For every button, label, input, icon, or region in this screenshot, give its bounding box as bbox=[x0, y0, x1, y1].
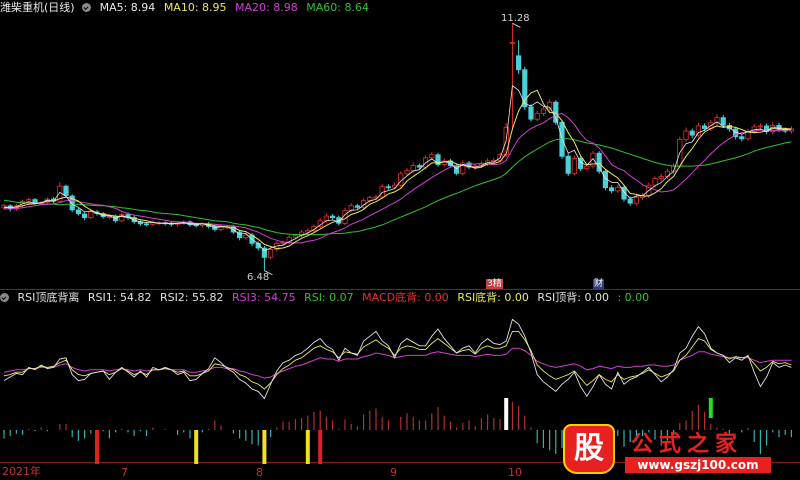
candle-down bbox=[82, 213, 88, 219]
rsi2-label: RSI2: 55.82 bbox=[159, 291, 224, 304]
watermark-logo: 股 公式之家 www.gszj100.com bbox=[555, 424, 785, 478]
candle-up bbox=[757, 125, 764, 128]
rsi-label: RSI: 0.07 bbox=[304, 291, 354, 304]
candle-up bbox=[584, 165, 590, 170]
candle-down bbox=[609, 187, 615, 192]
x-label-year: 2021年 bbox=[2, 465, 41, 478]
extra-label: : 0.00 bbox=[617, 291, 650, 304]
logo-title: 公式之家 bbox=[631, 432, 744, 457]
signal-bar-green bbox=[708, 398, 713, 418]
x-label-jul: 7 bbox=[121, 466, 128, 479]
logo-glyph: 股 bbox=[563, 424, 615, 474]
rsi2-line bbox=[3, 330, 792, 390]
rsi-bottom-label: RSI底背: 0.00 bbox=[457, 291, 529, 304]
candle-up bbox=[26, 199, 32, 202]
ma20-line bbox=[4, 112, 792, 244]
signal-bar-red bbox=[318, 430, 323, 464]
price-header: 潍柴重机(日线) MA5: 8.94 MA10: 8.95 MA20: 8.98… bbox=[0, 0, 374, 16]
candle-up bbox=[429, 154, 435, 159]
ma60-label: MA60: 8.64 bbox=[306, 1, 369, 14]
candle-up bbox=[615, 186, 621, 192]
candle-up bbox=[633, 197, 640, 204]
signal-bar-red bbox=[95, 430, 99, 464]
candle-up bbox=[267, 249, 274, 258]
candle-down bbox=[565, 155, 571, 174]
x-label-aug: 8 bbox=[256, 466, 263, 479]
candle-up bbox=[88, 211, 94, 219]
logo-url: www.gszj100.com bbox=[625, 457, 771, 473]
rsi1-label: RSI1: 54.82 bbox=[87, 291, 152, 304]
candle-down bbox=[689, 130, 695, 136]
signal-bar-yellow bbox=[262, 430, 267, 464]
candle-down bbox=[329, 215, 336, 219]
candle-up bbox=[534, 113, 540, 120]
candle-down bbox=[627, 198, 633, 204]
rsi-top-label: RSI顶背: 0.00 bbox=[537, 291, 609, 304]
signal-bar-white bbox=[504, 398, 509, 430]
candle-down bbox=[528, 106, 534, 120]
event-badge-finance[interactable]: 财 bbox=[593, 279, 605, 289]
candle-down bbox=[193, 224, 199, 227]
candle-down bbox=[553, 101, 559, 123]
event-badge-quarterly[interactable]: 3精 bbox=[486, 279, 503, 289]
candle-up bbox=[540, 108, 547, 114]
signal-bar-yellow bbox=[305, 430, 310, 464]
indicator-settings-icon[interactable] bbox=[0, 293, 9, 302]
candle-up bbox=[404, 170, 410, 175]
candle-down bbox=[702, 125, 708, 129]
candle-up bbox=[695, 125, 702, 136]
candle-down bbox=[143, 223, 150, 226]
signal-bar-yellow bbox=[194, 430, 199, 464]
settings-icon[interactable] bbox=[82, 3, 92, 12]
candle-down bbox=[596, 152, 602, 172]
candle-down bbox=[75, 209, 81, 214]
ma10-label: MA10: 8.95 bbox=[163, 1, 227, 14]
candle-up bbox=[243, 234, 249, 239]
indicator-name: RSI顶底背离 bbox=[17, 291, 80, 304]
candle-down bbox=[516, 55, 522, 71]
candle-up bbox=[683, 130, 689, 140]
x-label-sep: 9 bbox=[390, 466, 397, 479]
candle-down bbox=[63, 185, 69, 196]
macd-bottom-label: MACD底背: 0.00 bbox=[362, 291, 449, 304]
candle-up bbox=[658, 176, 664, 179]
candle-down bbox=[416, 165, 423, 168]
rsi1-line bbox=[3, 318, 792, 400]
price-chart[interactable] bbox=[0, 0, 800, 480]
ma5-label: MA5: 8.94 bbox=[99, 1, 156, 14]
candle-down bbox=[720, 117, 726, 126]
low-price-label: 6.48 bbox=[247, 272, 270, 283]
candle-up bbox=[410, 165, 416, 172]
candle-up bbox=[292, 235, 299, 238]
stock-name: 潍柴重机(日线) bbox=[0, 1, 75, 14]
candle-up bbox=[571, 157, 578, 174]
ma20-label: MA20: 8.98 bbox=[235, 1, 298, 14]
candle-up bbox=[509, 42, 516, 44]
candle-up bbox=[652, 178, 658, 186]
high-price-label: 11.28 bbox=[501, 13, 530, 24]
rsi3-label: RSI3: 54.75 bbox=[232, 291, 296, 304]
indicator-header: RSI顶底背离 RSI1: 54.82 RSI2: 55.82 RSI3: 54… bbox=[0, 290, 654, 306]
candle-down bbox=[453, 165, 460, 174]
candle-up bbox=[323, 215, 330, 222]
candle-down bbox=[522, 69, 528, 108]
candle-down bbox=[32, 199, 38, 204]
candle-down bbox=[739, 136, 745, 140]
rsi3-line bbox=[3, 347, 792, 379]
candle-down bbox=[354, 205, 361, 208]
x-label-oct: 10 bbox=[508, 466, 522, 479]
candle-down bbox=[385, 186, 392, 189]
